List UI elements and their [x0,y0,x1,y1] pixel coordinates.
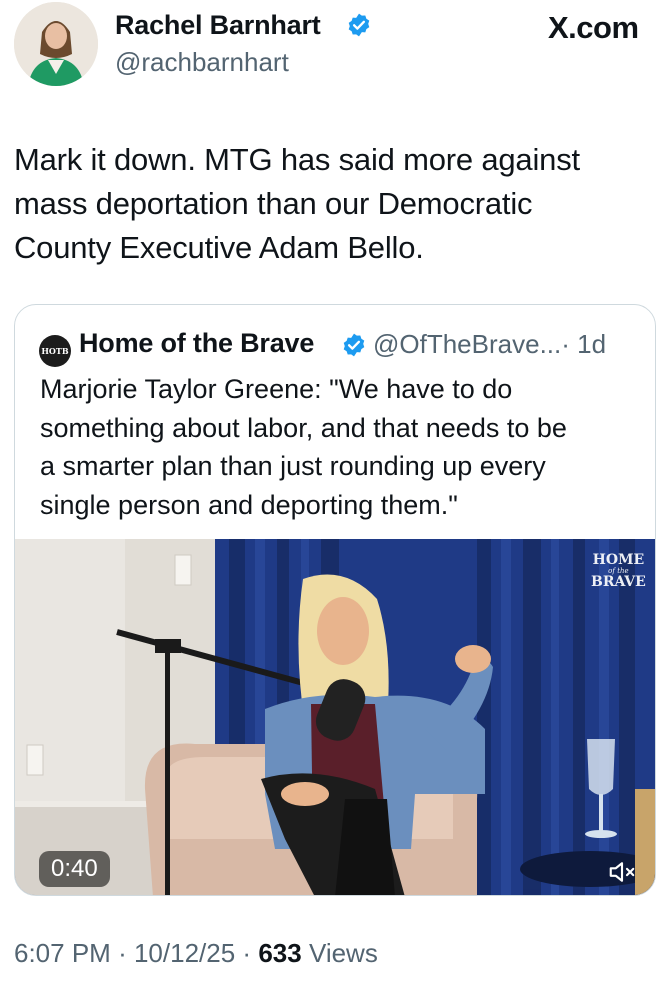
quote-time: · 1d [561,329,607,359]
author-avatar[interactable] [14,2,98,86]
quoted-tweet-card[interactable]: HOTB Home of the Brave @OfTheBrave...· 1… [14,304,656,896]
separator: · [118,938,127,968]
tweet-metadata: 6:07 PM · 10/12/25 · 633 Views [14,938,378,969]
quote-text: Marjorie Taylor Greene: "We have to do s… [40,374,567,520]
views-count[interactable]: 633 [258,938,301,968]
quote-handle-time[interactable]: @OfTheBrave...· 1d [373,329,606,360]
quote-handle: @OfTheBrave... [373,329,562,359]
verified-badge-icon [346,12,372,38]
author-photo [14,2,98,86]
x-brand-label: X.com [548,10,639,45]
author-name[interactable]: Rachel Barnhart [115,10,321,41]
video-duration: 0:40 [39,851,110,887]
video-player[interactable]: HOME of the BRAVE 0:40 [15,539,655,895]
views-label: Views [308,938,378,968]
quote-author-name[interactable]: Home of the Brave [79,328,314,359]
video-frame [15,539,655,895]
quote-verified-badge-icon [341,332,367,358]
post-date[interactable]: 10/12/25 [134,938,235,968]
volume-muted-icon[interactable] [607,857,637,887]
post-time[interactable]: 6:07 PM [14,938,111,968]
quote-avatar[interactable]: HOTB [39,335,71,367]
video-watermark: HOME of the BRAVE [591,552,646,590]
author-handle[interactable]: @rachbarnhart [115,47,289,78]
separator: · [242,938,252,968]
tweet-text: Mark it down. MTG has said more against … [14,142,580,265]
